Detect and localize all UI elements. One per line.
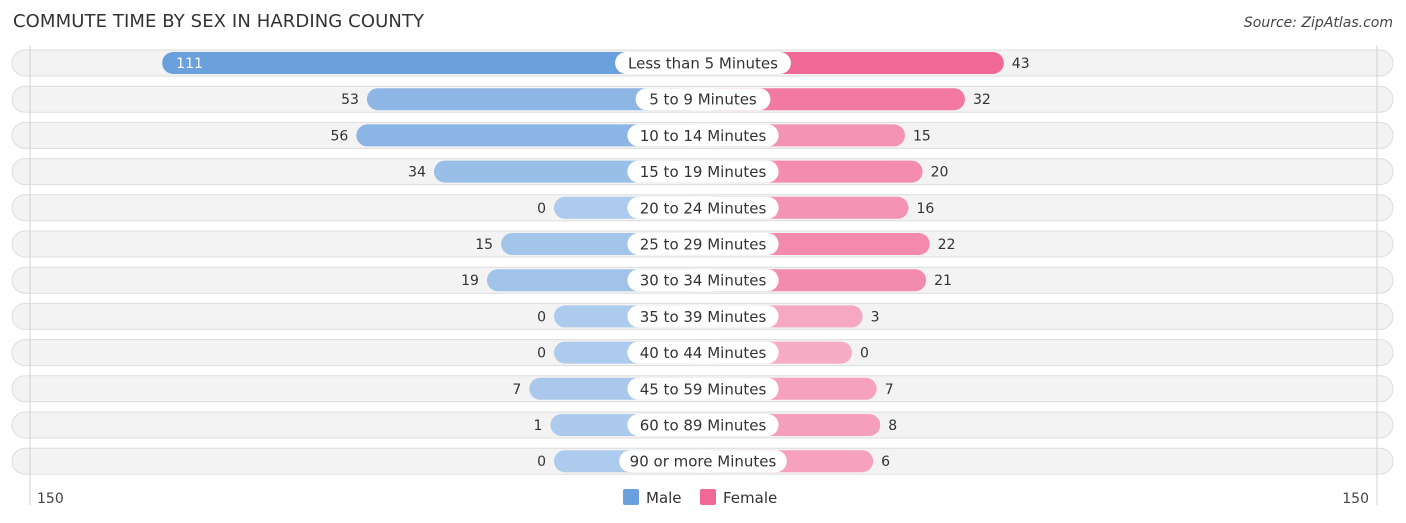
female-value-label: 0	[860, 346, 869, 362]
female-value-label: 43	[1012, 56, 1030, 72]
chart-rows: 111 43 Less than 5 Minutes 53 32 5 to 9 Minut…	[11, 49, 1394, 475]
chart-row: 0 3 35 to 39 Minutes	[11, 302, 1394, 330]
male-value-label: 0	[537, 346, 546, 362]
female-value-label: 21	[934, 273, 952, 289]
category-label: 35 to 39 Minutes	[640, 308, 767, 326]
chart-row: 56 15 10 to 14 Minutes	[11, 121, 1394, 149]
female-value-label: 15	[913, 128, 931, 144]
male-value-label: 34	[408, 165, 426, 181]
legend-male-swatch	[623, 489, 639, 505]
right-axis-tick: 150	[1342, 491, 1369, 507]
female-value-label: 32	[973, 92, 991, 108]
female-value-label: 16	[916, 201, 934, 217]
left-axis-tick: 150	[37, 491, 64, 507]
chart-row: 0 0 40 to 44 Minutes	[11, 339, 1394, 367]
category-label: 15 to 19 Minutes	[640, 163, 767, 181]
legend-female-label: Female	[723, 489, 777, 507]
legend-female-swatch	[700, 489, 716, 505]
chart-row: 111 43 Less than 5 Minutes	[11, 49, 1394, 77]
category-label: 30 to 34 Minutes	[640, 272, 767, 290]
chart-svg: 111 43 Less than 5 Minutes 53 32 5 to 9 Minut…	[11, 45, 1394, 507]
female-value-label: 7	[885, 382, 894, 398]
chart-row: 15 22 25 to 29 Minutes	[11, 230, 1394, 258]
female-value-label: 3	[871, 309, 880, 325]
female-value-label: 8	[888, 418, 897, 434]
male-value-label: 15	[475, 237, 493, 253]
chart-row: 1 8 60 to 89 Minutes	[11, 411, 1394, 439]
female-value-label: 22	[938, 237, 956, 253]
male-value-label: 0	[537, 201, 546, 217]
category-label: 60 to 89 Minutes	[640, 417, 767, 435]
male-value-label: 0	[537, 454, 546, 470]
male-value-label: 53	[341, 92, 359, 108]
chart-row: 0 6 90 or more Minutes	[11, 447, 1394, 475]
chart-row: 7 7 45 to 59 Minutes	[11, 375, 1394, 403]
legend-male-label: Male	[646, 489, 682, 507]
male-value-label: 111	[176, 56, 203, 72]
male-value-label: 0	[537, 309, 546, 325]
male-value-label: 56	[330, 128, 348, 144]
male-value-label: 1	[534, 418, 543, 434]
category-label: 40 to 44 Minutes	[640, 344, 767, 362]
chart-legend: Male Female	[623, 489, 777, 507]
female-value-label: 6	[881, 454, 890, 470]
category-label: 10 to 14 Minutes	[640, 127, 767, 145]
category-label: 45 to 59 Minutes	[640, 380, 767, 398]
male-value-label: 19	[461, 273, 479, 289]
category-label: 90 or more Minutes	[630, 453, 777, 471]
chart-row: 0 16 20 to 24 Minutes	[11, 194, 1394, 222]
category-label: 5 to 9 Minutes	[649, 91, 757, 109]
chart-row: 34 20 15 to 19 Minutes	[11, 158, 1394, 186]
female-value-label: 20	[931, 165, 949, 181]
male-value-label: 7	[512, 382, 521, 398]
category-label: Less than 5 Minutes	[628, 55, 778, 73]
category-label: 25 to 29 Minutes	[640, 236, 767, 254]
category-label: 20 to 24 Minutes	[640, 199, 767, 217]
chart-row: 19 21 30 to 34 Minutes	[11, 266, 1394, 294]
chart-row: 53 32 5 to 9 Minutes	[11, 85, 1394, 113]
